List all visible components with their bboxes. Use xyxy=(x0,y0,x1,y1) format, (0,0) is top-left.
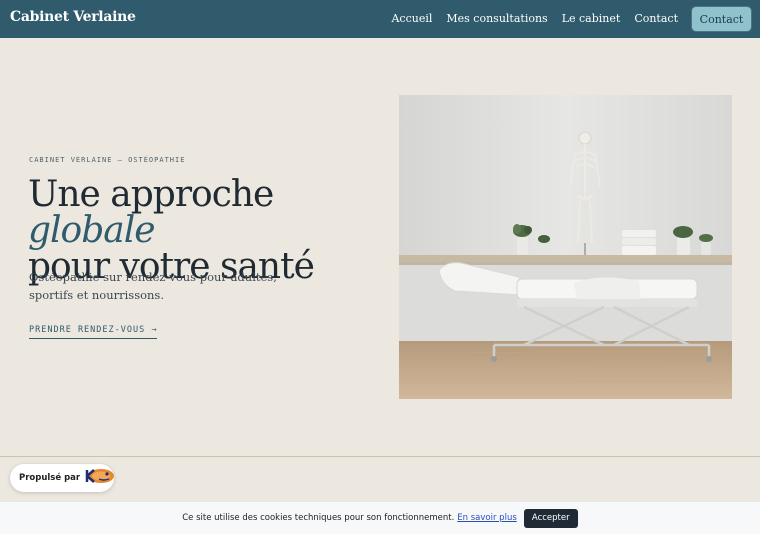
powered-by-label: Propulsé par xyxy=(19,473,81,483)
site-header: Cabinet Verlaine Accueil Mes consultatio… xyxy=(0,0,760,38)
main-nav: Accueil Mes consultations Le cabinet Con… xyxy=(391,12,678,25)
book-appointment-link[interactable]: PRENDRE RENDEZ-VOUS → xyxy=(29,325,158,339)
cookie-message: Ce site utilise des cookies techniques p… xyxy=(182,513,455,523)
nav-link-contact[interactable]: Contact xyxy=(634,12,678,25)
nav-link-consultations[interactable]: Mes consultations xyxy=(446,12,547,25)
cookie-banner: Ce site utilise des cookies techniques p… xyxy=(0,501,760,534)
kiwi-logo-icon xyxy=(85,468,115,488)
headline-accent: globale xyxy=(28,210,156,251)
nav-link-accueil[interactable]: Accueil xyxy=(391,12,432,25)
site-logo[interactable]: Cabinet Verlaine xyxy=(10,9,136,25)
hero-description: Ostéopathie sur rendez-vous pour adultes… xyxy=(29,270,277,302)
hero-kicker: CABINET VERLAINE — OSTÉOPATHIE xyxy=(29,156,186,164)
cookie-accept-button[interactable]: Accepter xyxy=(523,508,578,528)
nav-link-cabinet[interactable]: Le cabinet xyxy=(562,12,621,25)
cookie-learn-more-link[interactable]: En savoir plus xyxy=(457,513,516,523)
headline-part-1: Une approche xyxy=(28,174,274,215)
contact-button[interactable]: Contact xyxy=(692,7,751,31)
towel-stack-icon xyxy=(622,230,656,255)
treatment-room-photo xyxy=(399,95,732,399)
powered-by-badge[interactable]: Propulsé par xyxy=(10,464,115,492)
